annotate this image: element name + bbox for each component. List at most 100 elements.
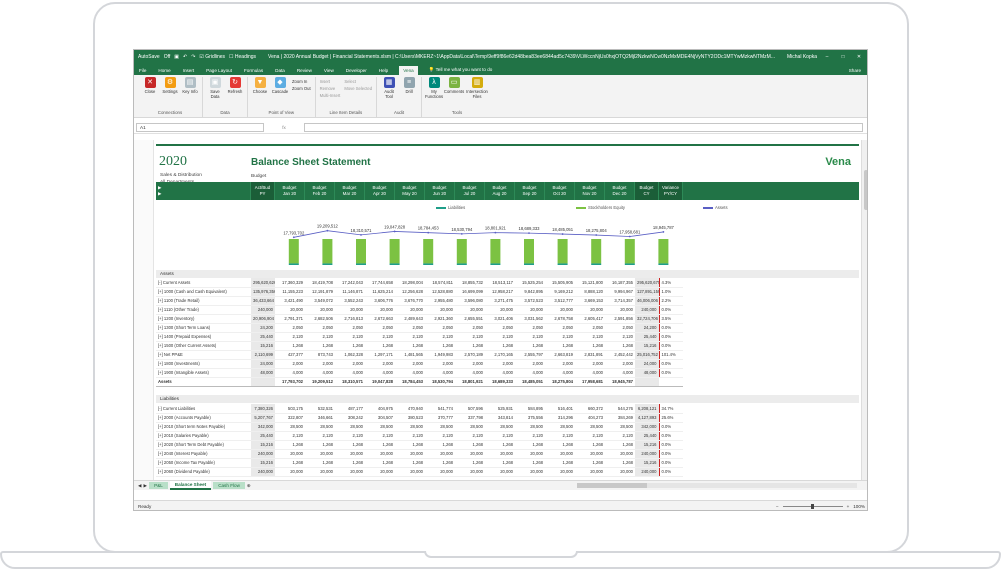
cell-month[interactable]: 20,000: [305, 467, 335, 477]
cell-month[interactable]: 1,268: [335, 458, 365, 468]
cell-month[interactable]: 2,570,189: [455, 350, 485, 360]
cell-month[interactable]: 1,268: [365, 341, 395, 351]
cell-month[interactable]: 20,000: [515, 305, 545, 315]
cell-month[interactable]: 2,605,417: [575, 314, 605, 324]
cell-month[interactable]: 2,921,360: [425, 314, 455, 324]
cell-month[interactable]: 384,269: [605, 413, 635, 423]
tab-formulas[interactable]: Formulas: [243, 66, 264, 75]
cell-month[interactable]: 20,000: [515, 449, 545, 459]
cell-month[interactable]: 660,372: [575, 404, 605, 414]
user-name[interactable]: Michal Kopka: [787, 54, 817, 60]
row-label[interactable]: [+] 2020 (Short Term Debt Payable): [156, 440, 251, 450]
cell-month[interactable]: 20,000: [395, 467, 425, 477]
cell-month[interactable]: 20,000: [395, 305, 425, 315]
cell-month[interactable]: 1,268: [605, 341, 635, 351]
cell-month[interactable]: 20,000: [455, 305, 485, 315]
cell-variance[interactable]: 0.0%: [658, 467, 683, 477]
share-button[interactable]: Share: [848, 66, 867, 75]
maximize-icon[interactable]: □: [839, 54, 847, 60]
cell-month[interactable]: 487,177: [335, 404, 365, 414]
cell-py[interactable]: 342,000: [251, 422, 275, 432]
cell-py[interactable]: 25,440: [251, 332, 275, 342]
cell-month[interactable]: 2,555,797: [515, 350, 545, 360]
zoom-in-button[interactable]: Zoom In: [292, 79, 311, 84]
cell-month[interactable]: 12,256,628: [395, 287, 425, 297]
refresh-button[interactable]: ↻ Refresh: [227, 77, 243, 110]
sheet-tab-cash-flow[interactable]: Cash Flow: [213, 482, 245, 489]
cell-month[interactable]: 15,121,800: [575, 278, 605, 288]
tab-scroll-left-icon[interactable]: ◀: [138, 483, 142, 489]
cell-month[interactable]: 2,120: [365, 431, 395, 441]
cell-month[interactable]: 3,552,243: [335, 296, 365, 306]
cell-month[interactable]: 20,000: [455, 467, 485, 477]
cell-py[interactable]: 20,906,904: [251, 314, 275, 324]
cell-month[interactable]: 20,000: [545, 305, 575, 315]
cell-month[interactable]: 20,000: [485, 449, 515, 459]
cell-month[interactable]: 4,000: [335, 368, 365, 378]
undo-icon[interactable]: ↶: [183, 54, 187, 60]
cell-month[interactable]: 1,949,983: [425, 350, 455, 360]
cell-month[interactable]: 1,268: [545, 458, 575, 468]
sheet-tab-pl[interactable]: P&L: [149, 482, 168, 489]
comments-button[interactable]: ▭ Comments: [444, 77, 464, 110]
cell-month[interactable]: 1,268: [305, 458, 335, 468]
cell-month[interactable]: 2,000: [335, 359, 365, 369]
header-arrow-icon[interactable]: ▶: [158, 191, 161, 197]
cell-month[interactable]: 11,625,214: [365, 287, 395, 297]
cell-month[interactable]: 20,000: [455, 449, 485, 459]
cell-month[interactable]: 20,000: [545, 449, 575, 459]
cell-month[interactable]: 28,500: [395, 422, 425, 432]
cell-month[interactable]: 2,050: [575, 323, 605, 333]
cell-month[interactable]: 2,120: [605, 332, 635, 342]
row-label[interactable]: [+] 1400 (Prepaid Expenses): [156, 332, 251, 342]
tab-file[interactable]: File: [138, 66, 147, 75]
cell-month[interactable]: 1,268: [395, 341, 425, 351]
cell-month[interactable]: 4,000: [365, 368, 395, 378]
cell-month[interactable]: 2,050: [425, 323, 455, 333]
autosave-label[interactable]: AutoSave: [138, 54, 160, 60]
cell-month[interactable]: 516,401: [545, 404, 575, 414]
cell-month[interactable]: 1,062,328: [335, 350, 365, 360]
cell-month[interactable]: 2,120: [335, 332, 365, 342]
cascade-button[interactable]: ◆ Cascade: [272, 77, 288, 110]
cell-month[interactable]: 2,831,891: [575, 350, 605, 360]
cell-budget-cy[interactable]: 240,000: [635, 467, 659, 477]
cell-month[interactable]: 28,500: [575, 422, 605, 432]
cell-month[interactable]: 20,000: [335, 305, 365, 315]
cell-month[interactable]: 1,268: [335, 440, 365, 450]
cell-budget-cy[interactable]: 240,000: [635, 305, 659, 315]
cell-month[interactable]: 18,689,333: [485, 377, 515, 387]
cell-month[interactable]: 8,888,120: [575, 287, 605, 297]
cell-month[interactable]: 2,489,643: [395, 314, 425, 324]
cell-month[interactable]: 20,000: [365, 467, 395, 477]
cell-month[interactable]: 2,000: [515, 359, 545, 369]
move-selected-button[interactable]: Move Selected: [344, 86, 372, 91]
cell-variance[interactable]: 0.0%: [658, 368, 683, 378]
drill-button[interactable]: ≡ Drill: [401, 77, 417, 110]
cell-variance[interactable]: 25.6%: [658, 413, 683, 423]
save-icon[interactable]: ▣: [174, 54, 179, 60]
cell-month[interactable]: 1,268: [455, 440, 485, 450]
redo-icon[interactable]: ↷: [191, 54, 195, 60]
cell-month[interactable]: 1,268: [425, 341, 455, 351]
cell-month[interactable]: 1,268: [455, 341, 485, 351]
cell-month[interactable]: 2,000: [575, 359, 605, 369]
cell-month[interactable]: 28,500: [485, 422, 515, 432]
row-label[interactable]: [+] 2000 (Accounts Payable): [156, 413, 251, 423]
cell-budget-cy[interactable]: 32,724,706: [635, 314, 659, 324]
cell-month[interactable]: 3,549,072: [305, 296, 335, 306]
row-label[interactable]: [+] 1110 (Other Trade): [156, 305, 251, 315]
cell-month[interactable]: 1,268: [395, 440, 425, 450]
cell-month[interactable]: 2,120: [545, 332, 575, 342]
row-label[interactable]: [+] 2050 (Income Tax Payable): [156, 458, 251, 468]
cell-month[interactable]: 20,000: [305, 305, 335, 315]
cell-month[interactable]: 12,958,217: [485, 287, 515, 297]
cell-month[interactable]: 20,000: [605, 449, 635, 459]
remove-button[interactable]: Remove: [320, 86, 341, 91]
row-label[interactable]: [+] 1900 (Intangible Assets): [156, 368, 251, 378]
cell-month[interactable]: 2,050: [515, 323, 545, 333]
cell-month[interactable]: 20,000: [365, 305, 395, 315]
cell-py[interactable]: 240,000: [251, 305, 275, 315]
cell-month[interactable]: 19,209,512: [305, 377, 335, 387]
cell-month[interactable]: 18,801,921: [455, 377, 485, 387]
